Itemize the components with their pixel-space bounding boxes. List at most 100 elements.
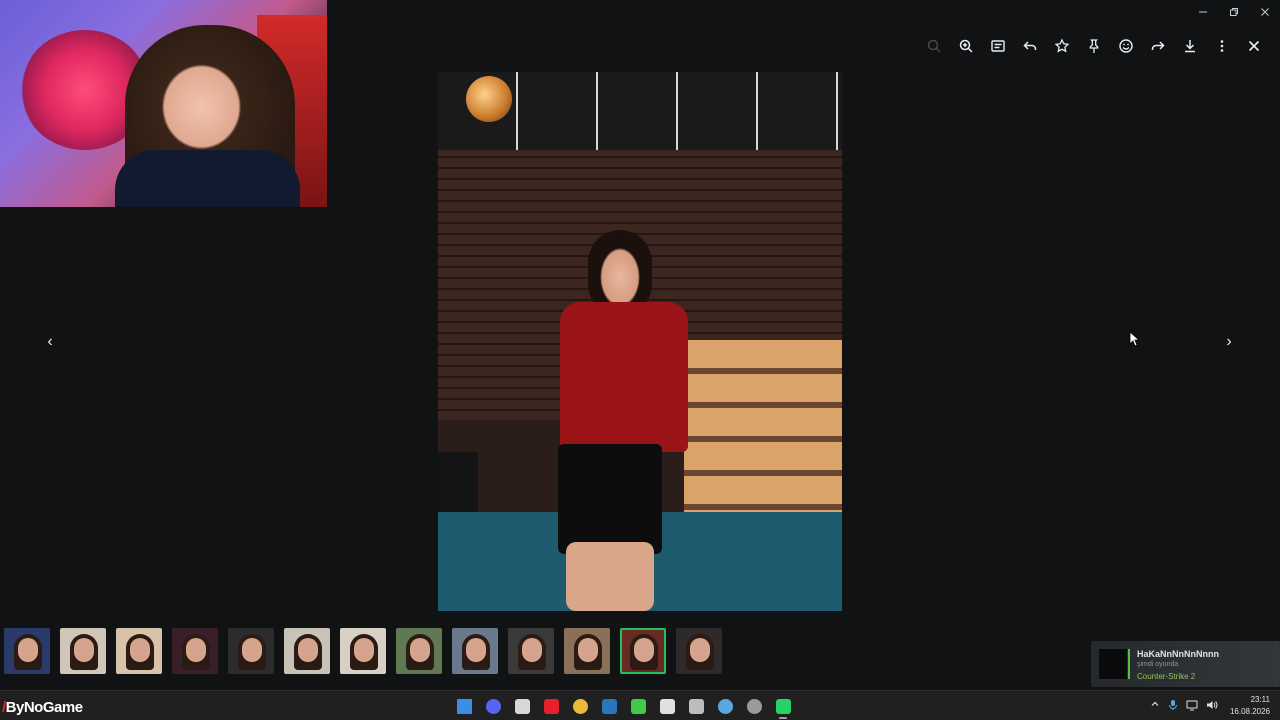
discord-icon-glyph	[485, 698, 501, 714]
webcam-streamer-shirt	[115, 150, 300, 207]
media-thumbnail[interactable]	[228, 628, 274, 674]
store-icon[interactable]	[510, 695, 534, 717]
play-icon[interactable]	[626, 695, 650, 717]
network-icon[interactable]	[1186, 699, 1198, 714]
clock-time: 23:11	[1250, 695, 1270, 704]
bynogame-logo: /ByNoGame	[2, 699, 83, 716]
thumbnail-face	[466, 638, 486, 662]
restore-icon	[1230, 8, 1238, 16]
media-thumbnail[interactable]	[284, 628, 330, 674]
pin-button[interactable]	[1078, 34, 1110, 58]
zoom-in-button[interactable]	[950, 34, 982, 58]
media-toolbar	[918, 34, 1270, 58]
pin-icon	[1089, 39, 1099, 53]
notification-game: Counter-Strike 2	[1137, 672, 1196, 681]
thumbnail-face	[242, 638, 262, 662]
restore-button[interactable]	[1219, 4, 1249, 20]
caption-icon	[991, 40, 1005, 52]
react-button[interactable]	[1110, 34, 1142, 58]
media-thumbnail[interactable]	[116, 628, 162, 674]
download-button[interactable]	[1174, 34, 1206, 58]
store-icon-glyph	[514, 698, 530, 714]
steam-notification[interactable]: HaKaNnNnNnNnnn şimdi oyunda Counter-Stri…	[1091, 641, 1280, 687]
thumbnail-face	[74, 638, 94, 662]
photo-person-shirt	[560, 302, 688, 452]
next-media-button[interactable]: ›	[1219, 332, 1239, 352]
reply-icon	[1023, 41, 1037, 50]
minimize-icon	[1199, 11, 1207, 13]
windows-start-icon-glyph	[456, 698, 472, 714]
thumbnail-strip	[0, 628, 722, 678]
logo-text: ByNoGame	[5, 699, 83, 716]
close-icon	[1248, 40, 1260, 52]
microphone-icon[interactable]	[1168, 699, 1178, 714]
thumbnail-face	[634, 638, 654, 662]
media-thumbnail[interactable]	[508, 628, 554, 674]
photo-person-legs	[566, 542, 654, 611]
media-thumbnail[interactable]	[564, 628, 610, 674]
forward-button[interactable]	[1142, 34, 1174, 58]
network-icon[interactable]	[713, 695, 737, 717]
more-options-button[interactable]	[1206, 34, 1238, 58]
thumbnail-face	[298, 638, 318, 662]
download-icon	[1185, 40, 1195, 53]
minimize-button[interactable]	[1188, 4, 1218, 20]
discord-icon[interactable]	[481, 695, 505, 717]
media-thumbnail[interactable]	[396, 628, 442, 674]
thumbnail-face	[130, 638, 150, 662]
media-thumbnail[interactable]	[452, 628, 498, 674]
epic-icon-glyph	[688, 698, 704, 714]
settings-icon[interactable]	[742, 695, 766, 717]
caption-button[interactable]	[982, 34, 1014, 58]
webcam-overlay	[0, 0, 327, 207]
search-button	[918, 34, 950, 58]
notification-username: HaKaNnNnNnNnnn	[1137, 649, 1219, 659]
thumbnail-face	[578, 638, 598, 662]
chevron-left-icon: ‹	[47, 333, 53, 350]
chrome-icon[interactable]	[568, 695, 592, 717]
clock[interactable]: 23:11 16.08.2026	[1230, 694, 1270, 718]
thumbnail-face	[690, 638, 710, 662]
photo-lamp	[466, 76, 512, 122]
photo-person-shorts	[558, 444, 662, 554]
media-thumbnail[interactable]	[172, 628, 218, 674]
window-close-icon	[1261, 8, 1269, 16]
media-thumbnail[interactable]	[620, 628, 666, 674]
settings-icon-glyph	[746, 698, 762, 714]
thumbnail-face	[186, 638, 206, 662]
more-icon	[1220, 40, 1224, 52]
close-viewer-button[interactable]	[1238, 34, 1270, 58]
whatsapp-icon[interactable]	[771, 695, 795, 719]
taskbar: /ByNoGame 23:11 16.08.2026	[0, 690, 1280, 720]
clock-date: 16.08.2026	[1229, 707, 1270, 716]
thumbnail-face	[354, 638, 374, 662]
epic-icon[interactable]	[684, 695, 708, 717]
app-red-icon[interactable]	[539, 695, 563, 717]
taskbar-apps	[452, 695, 795, 719]
windows-start-icon[interactable]	[452, 695, 476, 717]
online-status-bar	[1128, 649, 1130, 679]
tool-icon-glyph	[659, 698, 675, 714]
chevron-right-icon: ›	[1226, 333, 1232, 350]
search-icon	[927, 39, 941, 53]
thumbnail-face	[522, 638, 542, 662]
media-image[interactable]	[438, 72, 842, 611]
chrome-icon-glyph	[572, 698, 588, 714]
emoji-icon	[1119, 39, 1133, 53]
steam-icon-glyph	[601, 698, 617, 714]
tool-icon[interactable]	[655, 695, 679, 717]
reply-button[interactable]	[1014, 34, 1046, 58]
media-thumbnail[interactable]	[340, 628, 386, 674]
media-thumbnail[interactable]	[676, 628, 722, 674]
chevron-up-icon[interactable]	[1150, 699, 1160, 714]
steam-icon[interactable]	[597, 695, 621, 717]
volume-icon[interactable]	[1206, 699, 1218, 714]
media-thumbnail[interactable]	[4, 628, 50, 674]
media-thumbnail[interactable]	[60, 628, 106, 674]
network-icon-glyph	[717, 698, 733, 714]
app-red-icon-glyph	[543, 698, 559, 714]
previous-media-button[interactable]: ‹	[40, 332, 60, 352]
star-button[interactable]	[1046, 34, 1078, 58]
mouse-cursor-icon	[1129, 331, 1139, 347]
window-close-button[interactable]	[1250, 4, 1280, 20]
